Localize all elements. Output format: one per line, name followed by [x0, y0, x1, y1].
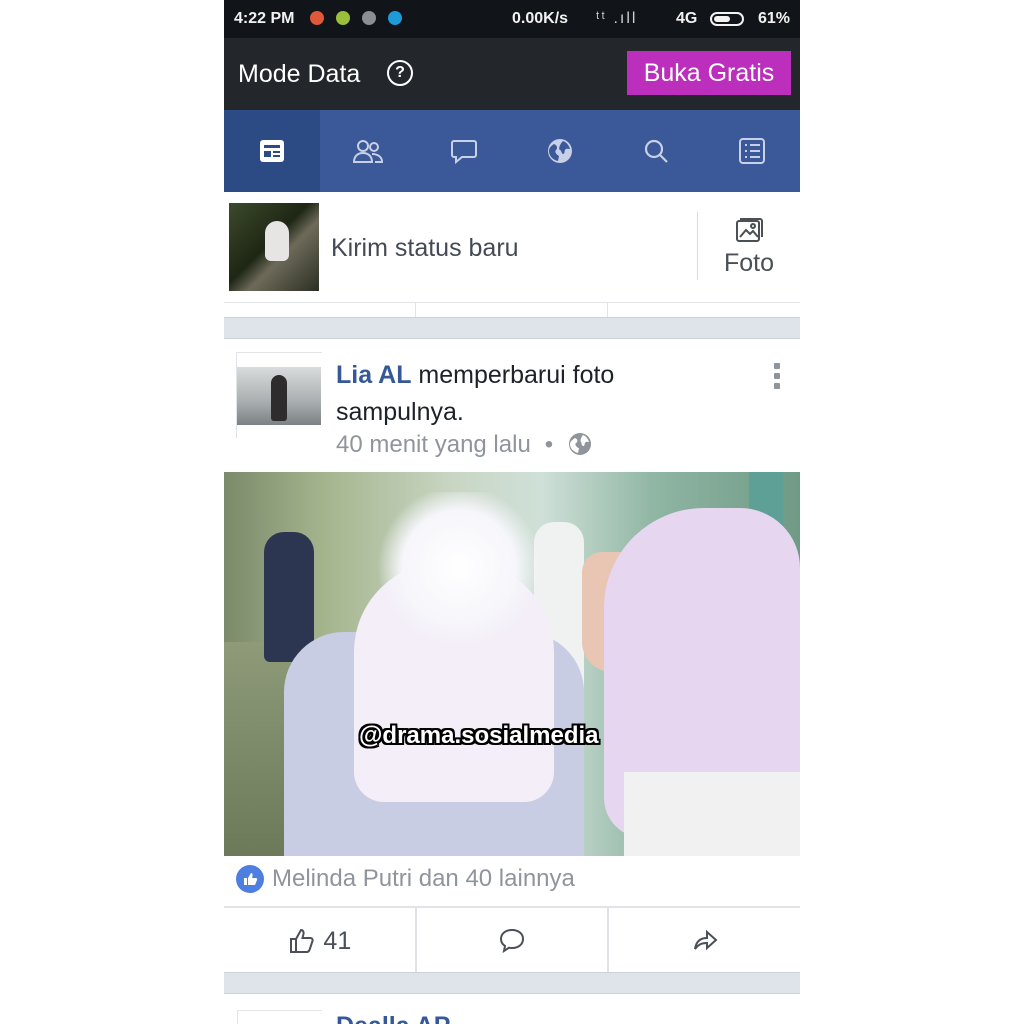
- post-options-icon[interactable]: [774, 363, 782, 393]
- friends-icon: [352, 140, 384, 163]
- composer-footer: [224, 302, 800, 318]
- battery-icon: [710, 12, 744, 26]
- status-bar: 4:22 PM 0.00K/s ᵗᵗ .ıll 4G 61%: [224, 0, 800, 38]
- like-count: 41: [323, 926, 352, 955]
- thumbs-up-icon: [290, 928, 315, 953]
- post-time[interactable]: 40 menit yang lalu: [336, 431, 531, 458]
- next-post-peek: Dealla AP: [224, 994, 800, 1024]
- tab-search[interactable]: [608, 110, 704, 192]
- my-avatar: [229, 203, 319, 291]
- feed-separator: [224, 317, 800, 339]
- main-nav: [224, 110, 800, 192]
- signal-icon: ᵗᵗ .ıll: [596, 10, 638, 27]
- comment-button[interactable]: [417, 908, 610, 974]
- news-feed-icon: [260, 140, 284, 162]
- battery-percent: 61%: [758, 10, 791, 27]
- blue-app-icon: [388, 11, 402, 25]
- watermark-text: @drama.sosialmedia: [359, 722, 599, 749]
- next-post-author[interactable]: Dealla AP: [336, 1012, 450, 1024]
- author-name[interactable]: Lia AL: [336, 361, 411, 389]
- status-composer: Kirim status baru Foto: [224, 192, 800, 302]
- feed-post: Lia AL memperbarui foto sampulnya. 40 me…: [224, 339, 800, 979]
- orange-app-icon: [310, 11, 324, 25]
- photo-label: Foto: [723, 249, 775, 277]
- search-icon: [644, 139, 668, 163]
- post-headline: Lia AL memperbarui foto sampulnya.: [336, 357, 736, 431]
- phone-screen: 4:22 PM 0.00K/s ᵗᵗ .ıll 4G 61% Mode Data…: [224, 0, 800, 1024]
- data-mode-bar: Mode Data ? Buka Gratis: [224, 38, 800, 110]
- gray-app-icon: [362, 11, 376, 25]
- author-avatar[interactable]: [237, 367, 321, 425]
- tab-menu[interactable]: [704, 110, 800, 192]
- post-actions: 41: [224, 906, 800, 974]
- like-badge-icon: [236, 865, 264, 893]
- feed-separator-2: [224, 972, 800, 994]
- globe-icon: [569, 433, 592, 455]
- meta-separator: •: [544, 431, 554, 458]
- notifications-globe-icon: [548, 139, 572, 163]
- cover-photo[interactable]: @drama.sosialmedia: [224, 472, 800, 856]
- share-icon: [693, 929, 718, 951]
- post-meta: 40 menit yang lalu •: [336, 431, 593, 459]
- photo-button[interactable]: Foto: [698, 206, 800, 286]
- status-time: 4:22 PM: [234, 10, 295, 27]
- tab-news-feed[interactable]: [224, 110, 320, 192]
- share-button[interactable]: [609, 908, 800, 974]
- tab-messages[interactable]: [416, 110, 512, 192]
- green-app-icon: [336, 11, 350, 25]
- messages-icon: [451, 140, 477, 165]
- tab-friends[interactable]: [320, 110, 416, 192]
- data-mode-title: Mode Data: [238, 60, 361, 88]
- free-mode-button[interactable]: Buka Gratis: [627, 51, 791, 95]
- status-input[interactable]: Kirim status baru: [331, 234, 519, 263]
- network-type: 4G: [676, 10, 698, 27]
- network-rate: 0.00K/s: [512, 10, 569, 27]
- like-button[interactable]: 41: [224, 908, 417, 974]
- photo-icon: [736, 218, 763, 242]
- help-icon[interactable]: ?: [387, 60, 413, 86]
- likes-text: Melinda Putri dan 40 lainnya: [272, 865, 575, 892]
- tab-notifications[interactable]: [512, 110, 608, 192]
- comment-icon: [499, 928, 525, 954]
- menu-list-icon: [739, 138, 765, 164]
- reaction-summary[interactable]: Melinda Putri dan 40 lainnya: [236, 864, 575, 894]
